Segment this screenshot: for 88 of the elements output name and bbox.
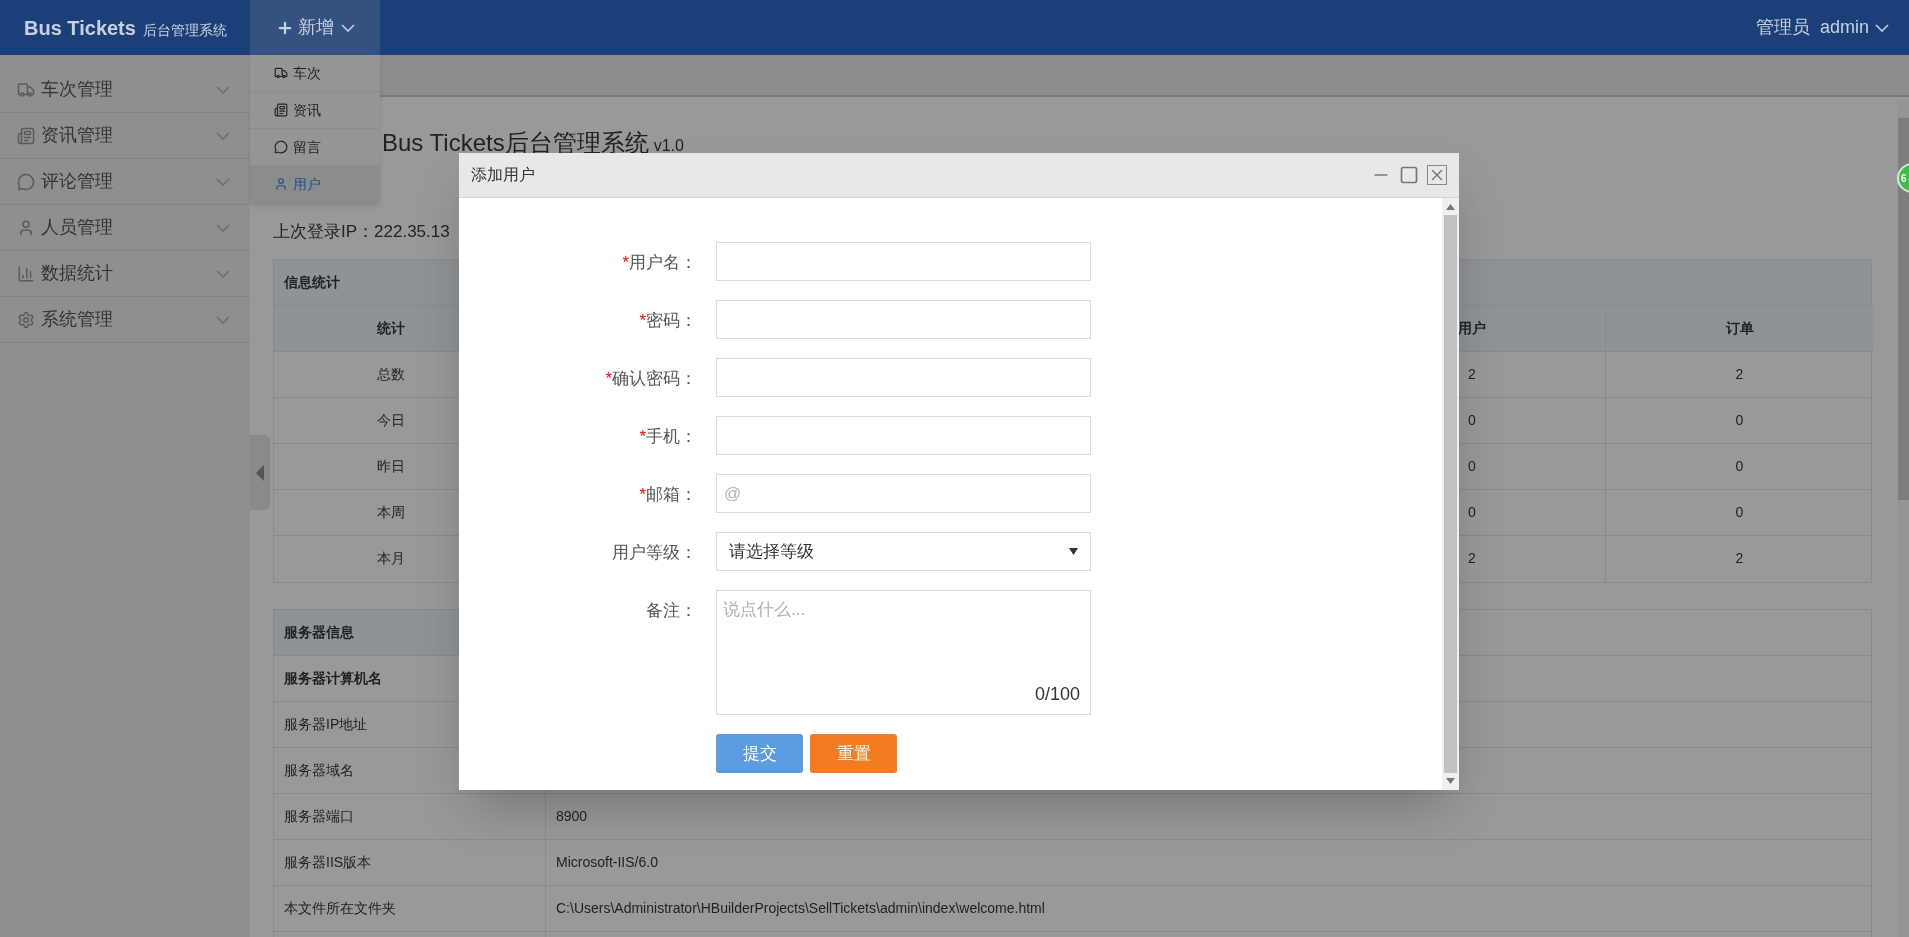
input-field[interactable] [716,358,1091,397]
field-label: *邮箱： [639,484,697,506]
close-icon[interactable] [1427,165,1447,185]
table-cell-text: 0 [1468,502,1476,522]
chart-icon [17,264,35,283]
dropdown-item[interactable]: 资讯 [250,92,380,129]
chevron-down-icon [216,223,230,232]
maximize-icon[interactable] [1399,165,1419,185]
brand-title: Bus Tickets [24,15,136,41]
collapse-handle[interactable] [250,435,270,510]
truck-icon [17,80,35,99]
table-cell-text: Microsoft-IIS/6.0 [556,852,658,872]
table-title: 服务器信息 [284,622,354,642]
table-cell-text: 服务器端口 [284,806,354,826]
table-cell-text: 0 [1735,502,1744,522]
page-title: Bus Tickets后台管理系统 [382,128,649,158]
truck-icon [274,66,288,80]
column-header: 统计 [376,318,405,338]
column-header: 订单 [1725,318,1754,338]
field-label: 备注： [646,600,697,622]
table-cell-text: C:\Users\Administrator\HBuilderProjects\SellTickets\admin\index\welcome.html [556,898,1045,918]
table-cell-text: 2 [1735,364,1744,384]
newspaper-icon [274,103,288,117]
page-scrollbar[interactable] [1898,100,1909,937]
table-cell-text: 0 [1735,410,1744,430]
user-name: admin [1819,16,1869,39]
chevron-down-icon [216,269,230,278]
table-cell-text: 今日 [376,410,405,430]
input-field[interactable] [716,300,1091,339]
table-cell-text: 2 [1735,549,1744,568]
user-menu[interactable]: 管理员 admin [1755,14,1889,41]
field-label: *手机： [639,426,697,448]
table-cell-text: 服务器计算机名 [284,668,382,688]
user-role: 管理员 [1755,16,1810,39]
table-cell-text: 2 [1468,549,1476,568]
textarea-placeholder: 说点什么... [723,599,807,621]
chevron-down-icon [340,23,355,32]
table-cell-text: 服务器域名 [284,760,354,780]
input-field[interactable]: @ [716,474,1091,513]
scroll-up-icon[interactable] [1446,204,1455,210]
triangle-left-icon [256,464,264,481]
chevron-down-icon [1875,23,1889,32]
sidebar-item[interactable]: 系统管理 [0,297,250,343]
user-icon [17,218,35,237]
dropdown-item[interactable]: 用户 [250,166,380,203]
table-cell-text: 0 [1468,410,1476,430]
remark-textarea[interactable]: 说点什么... 0/100 [716,590,1091,715]
table-cell-text: 本文件所在文件夹 [284,898,396,918]
chevron-down-icon [216,315,230,324]
table-cell-text: 8900 [556,806,588,826]
field-label: *密码： [639,310,697,332]
table-cell-text: 本周 [376,502,405,522]
chevron-down-icon [216,177,230,186]
sidebar-item[interactable]: 人员管理 [0,205,250,251]
chat-bubble-icon [17,172,35,191]
dropdown-item[interactable]: 车次 [250,55,380,92]
table-cell-text: 本月 [376,549,405,568]
chat-bubble-icon [274,140,288,154]
column-header: 用户 [1458,318,1486,338]
user-icon [274,177,288,191]
field-label: *确认密码： [605,368,697,390]
scroll-down-icon[interactable] [1446,778,1455,784]
table-cell-text: 0 [1468,456,1476,476]
sidebar-item[interactable]: 数据统计 [0,251,250,297]
last-login-ip: 上次登录IP：222.35.13 [273,222,450,241]
table-cell-text: 服务器IIS版本 [284,852,372,872]
dialog-scrollbar[interactable] [1442,198,1459,790]
table-cell-text: 昨日 [376,456,405,476]
reset-button[interactable]: 重置 [810,734,897,773]
table-cell-text: 2 [1468,364,1476,384]
table-cell-text: 服务器IP地址 [284,714,368,734]
table-cell-text: 总数 [376,364,405,384]
newspaper-icon [17,126,35,145]
character-counter: 0/100 [1034,683,1081,706]
chevron-down-icon [216,131,230,140]
version-label: v1.0 [653,136,684,156]
new-menu-button[interactable]: 新增 [250,0,380,55]
chevron-down-icon [216,85,230,94]
field-label: 用户等级： [612,542,697,564]
caret-icon [1069,548,1078,555]
gear-icon [17,310,35,329]
input-field[interactable] [716,416,1091,455]
submit-button[interactable]: 提交 [716,734,803,773]
dialog-title: 添加用户 [471,165,536,185]
table-cell-text: 0 [1735,456,1744,476]
level-select[interactable]: 请选择等级 [716,532,1091,571]
brand-subtitle: 后台管理系统 [142,20,227,40]
input-field[interactable] [716,242,1091,281]
